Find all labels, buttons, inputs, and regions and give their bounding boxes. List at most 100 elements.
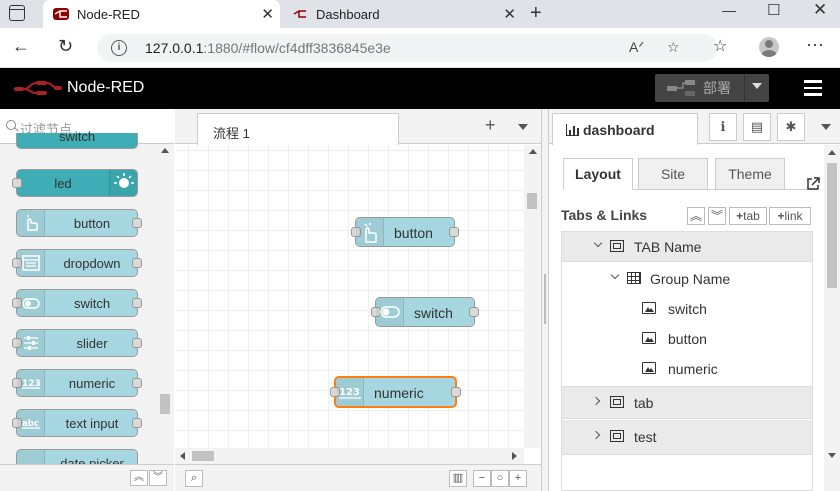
sidebar-menu-caret-icon[interactable] [821,124,831,130]
close-window-icon[interactable]: ✕ [813,0,827,20]
output-port[interactable] [132,418,142,428]
zoom-reset-icon[interactable]: ○ [491,470,509,487]
sidebar-scrollbar[interactable] [824,145,840,491]
flow-node-numeric[interactable]: 123 numeric [330,376,461,408]
scroll-up-icon[interactable] [529,149,537,154]
tree-widget-row[interactable]: switch [562,294,812,324]
expand-all-icon[interactable]: ︾ [149,470,167,486]
browser-tab-node-red[interactable]: Node-RED ✕ [43,0,280,28]
scroll-down-icon[interactable] [828,453,836,458]
palette-node-button[interactable]: button [16,209,142,237]
scroll-up-icon[interactable] [828,150,836,155]
flow-list-caret-icon[interactable] [518,124,528,130]
scroll-up-icon[interactable] [161,148,169,153]
tab-theme[interactable]: Theme [715,158,785,190]
tab-flow-1[interactable]: 流程 1 [197,113,399,145]
deploy-options-caret-icon[interactable] [752,83,762,89]
palette-node-dropdown[interactable]: dropdown [12,249,142,277]
main-menu-icon[interactable] [804,80,822,96]
back-arrow-icon[interactable]: ← [12,36,30,57]
profile-avatar[interactable] [759,37,779,57]
expand-all-icon[interactable]: ︾ [708,207,726,225]
deploy-button[interactable]: 部署 [655,74,769,102]
scrollbar-thumb[interactable] [160,394,170,414]
window-menu-icon[interactable] [9,5,25,21]
site-info-icon[interactable]: i [111,40,127,56]
add-flow-icon[interactable]: + [485,115,496,136]
close-tab-icon[interactable]: ✕ [261,5,274,23]
palette-node-label: numeric [68,376,116,391]
tree-tab-row[interactable]: test [562,420,812,455]
output-port[interactable] [449,227,459,237]
tree-widget-row[interactable]: button [562,324,812,354]
navigator-map-icon[interactable]: ▥ [449,470,467,487]
new-tab-icon[interactable]: + [530,2,542,25]
reload-icon[interactable]: ↻ [58,36,73,57]
flow-node-button[interactable]: button [351,217,459,247]
output-port[interactable] [132,378,142,388]
browser-tab-dashboard[interactable]: Dashboard ✕ [282,0,522,28]
chevron-down-icon[interactable] [593,238,603,248]
external-link-icon[interactable] [806,177,820,191]
output-port[interactable] [451,387,461,397]
collapse-all-icon[interactable]: ︽ [130,470,148,486]
more-options-icon[interactable]: ··· [806,34,824,55]
tree-tab-row[interactable]: TAB Name [562,232,812,262]
add-favorite-icon[interactable]: ☆ [667,39,680,56]
add-tab-button[interactable]: +tab [729,207,767,225]
scroll-left-icon[interactable] [180,452,185,460]
search-flows-icon[interactable]: ⌕ [185,470,203,487]
read-aloud-icon[interactable]: Aᐟ [629,39,644,56]
deploy-label: 部署 [703,80,731,96]
tab-site[interactable]: Site [638,158,708,190]
help-book-icon[interactable]: ▤ [743,113,771,141]
hand-pointer-icon [17,210,45,236]
chevron-down-icon[interactable] [610,270,620,280]
minimize-icon[interactable]: — [722,2,736,18]
info-icon[interactable]: ℹ [709,113,737,141]
palette-node-text-input[interactable]: abc text input [12,409,142,437]
scrollbar-thumb[interactable] [527,193,537,209]
tab-dashboard[interactable]: dashboard [552,113,698,145]
zoom-out-icon[interactable]: − [473,470,491,487]
output-port[interactable] [469,307,479,317]
tree-group-row[interactable]: Group Name [562,264,812,294]
canvas-vertical-scrollbar[interactable] [524,145,541,448]
palette-scrollbar[interactable] [157,144,174,464]
numeric-123-icon: 123 [336,378,364,406]
tab-layout[interactable]: Layout [563,158,633,190]
flow-node-switch[interactable]: switch [371,297,479,327]
zoom-in-icon[interactable]: + [509,470,527,487]
palette-node-led[interactable]: led [12,169,138,197]
chevron-right-icon[interactable] [591,396,601,406]
sidebar-tab-label: dashboard [583,122,655,138]
close-tab-icon[interactable]: ✕ [503,5,516,23]
favorites-icon[interactable]: ☆ [713,36,727,56]
output-port[interactable] [132,338,142,348]
sidebar-splitter[interactable] [541,109,549,491]
tree-tab-row[interactable]: tab [562,386,812,419]
canvas-horizontal-scrollbar[interactable] [175,448,524,464]
debug-bug-icon[interactable]: ✱ [777,113,805,141]
scrollbar-thumb[interactable] [192,451,214,461]
palette-node-slider[interactable]: slider [12,329,142,357]
palette-node-switch-partial[interactable]: switch [16,129,138,149]
output-port[interactable] [132,218,142,228]
collapse-all-icon[interactable]: ︽ [687,207,705,225]
url-field[interactable]: i 127.0.0.1:1880/#flow/cf4dff3836845e3e … [97,34,717,62]
tree-widget-row[interactable]: numeric [562,354,812,384]
palette-node-label: button [73,216,111,231]
add-link-button[interactable]: +link [769,207,811,225]
chevron-right-icon[interactable] [591,430,601,440]
scroll-right-icon[interactable] [512,452,517,460]
palette-node-numeric[interactable]: 123 numeric [12,369,142,397]
output-port[interactable] [132,258,142,268]
flow-node-label: numeric [374,385,424,401]
output-port[interactable] [132,298,142,308]
palette-node-switch[interactable]: switch [12,289,142,317]
tab-frame-icon [610,430,624,442]
add-link-label: link [784,209,803,223]
maximize-icon[interactable]: ☐ [767,1,780,19]
scrollbar-thumb[interactable] [827,163,837,288]
flow-canvas[interactable]: button switch 123 numeric [175,145,524,448]
